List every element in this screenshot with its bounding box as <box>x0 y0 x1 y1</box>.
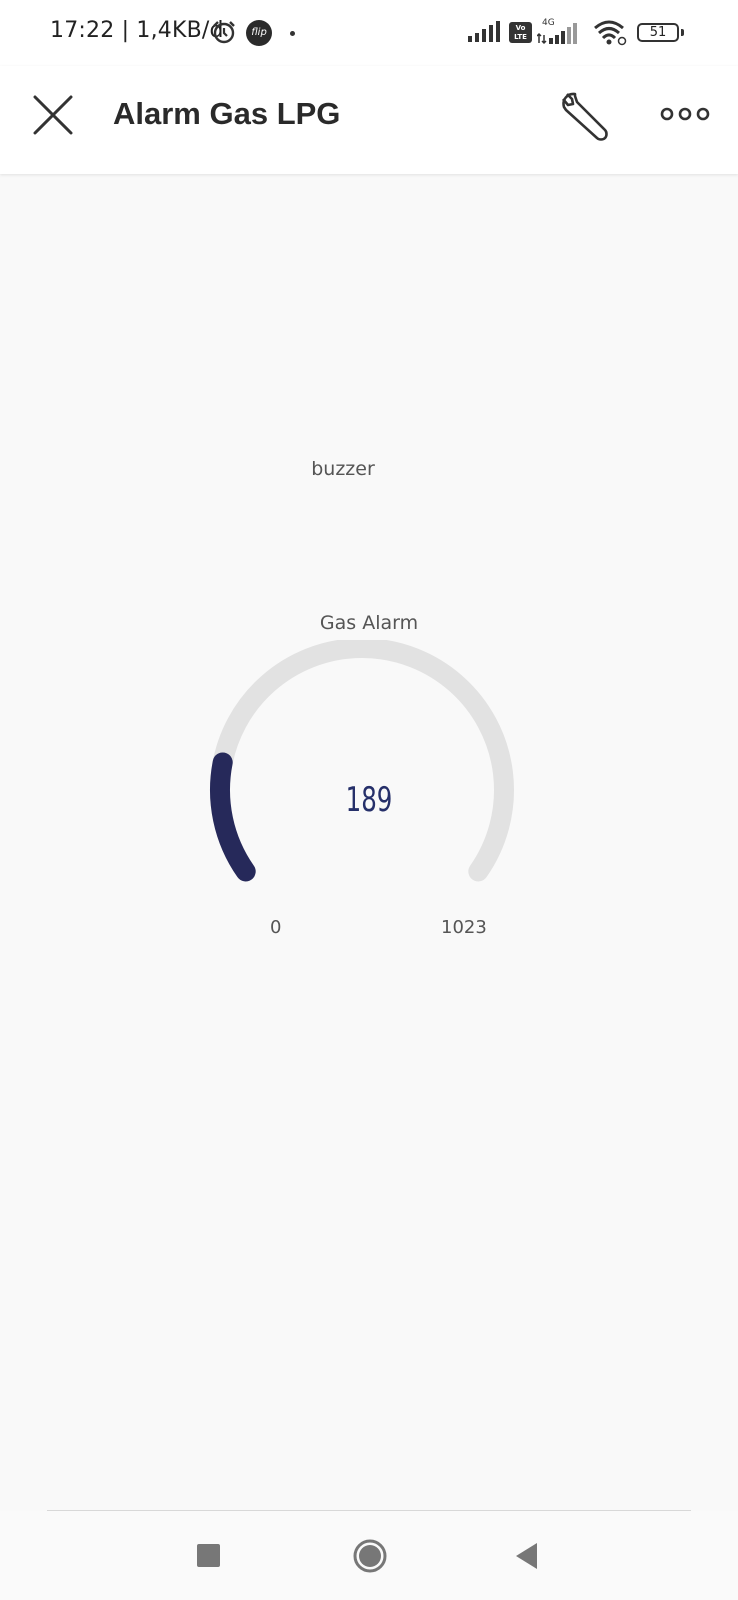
alarm-clock-icon <box>213 21 235 44</box>
buzzer-widget-label: buzzer <box>311 458 375 480</box>
status-bar: 17:22 | 1,4KB/d flip Vo LTE 4G 51 <box>0 0 738 66</box>
more-options-button[interactable] <box>660 96 710 132</box>
back-icon[interactable] <box>513 1541 541 1571</box>
gauge-value: 189 <box>345 780 393 820</box>
gauge-title: Gas Alarm <box>319 612 419 634</box>
volte-icon: Vo LTE <box>509 22 532 43</box>
close-icon <box>33 95 73 135</box>
status-time: 17:22 | 1,4KB/d <box>50 18 224 43</box>
app-bar: Alarm Gas LPG <box>0 66 738 174</box>
signal-strength-4g-icon <box>537 23 577 45</box>
close-button[interactable] <box>28 90 78 140</box>
recents-icon[interactable] <box>197 1544 220 1567</box>
battery-tip <box>681 29 684 36</box>
signal-strength-icon <box>468 21 500 42</box>
page-title: Alarm Gas LPG <box>113 96 341 131</box>
gauge-max-label: 1023 <box>441 917 487 938</box>
gauge-track <box>210 640 514 882</box>
more-icon <box>660 107 710 121</box>
battery-icon: 51 <box>637 23 679 42</box>
gas-gauge <box>210 640 514 882</box>
gauge-min-label: 0 <box>270 917 282 938</box>
wifi-icon <box>594 20 627 46</box>
settings-button[interactable] <box>553 88 609 144</box>
flip-app-icon: flip <box>246 20 272 46</box>
wrench-icon <box>562 92 608 141</box>
home-icon[interactable] <box>352 1538 388 1574</box>
notification-dot-icon <box>290 31 295 36</box>
